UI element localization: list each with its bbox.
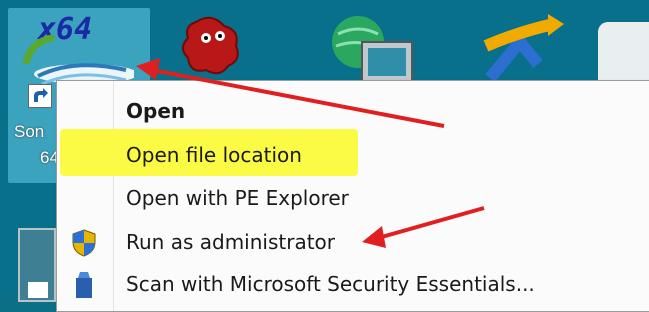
annotation-arrows: [136, 58, 485, 248]
desktop: x64 Son 64 Open Open file location Open …: [0, 0, 649, 312]
